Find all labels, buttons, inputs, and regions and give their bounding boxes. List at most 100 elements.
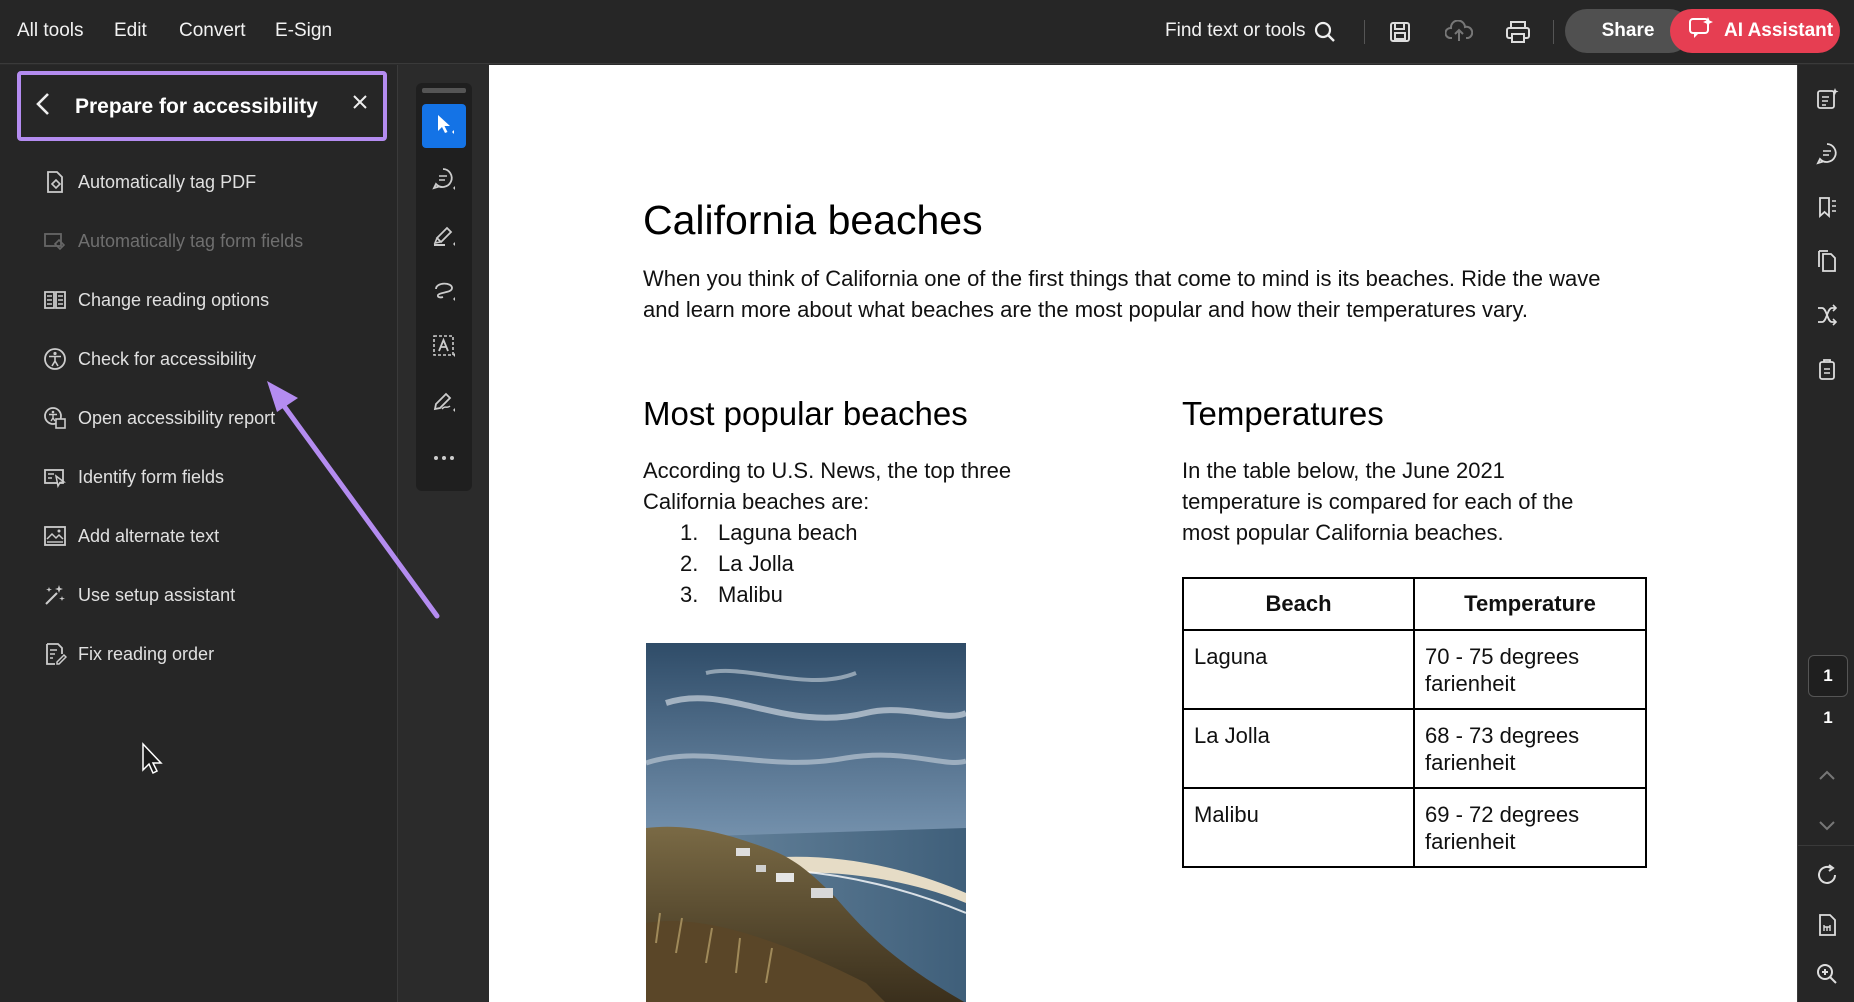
tag-pdf-icon — [42, 169, 68, 195]
total-pages: 1 — [1823, 708, 1833, 727]
sign-icon — [431, 388, 457, 419]
tool-label: Open accessibility report — [78, 407, 276, 428]
tool-check-for-accessibility[interactable]: Check for accessibility — [42, 344, 256, 374]
sign-tool-button[interactable] — [422, 381, 466, 425]
cloud-upload-icon[interactable] — [1443, 16, 1475, 48]
top-menu-bar: All tools Edit Convert E-Sign Find text … — [0, 0, 1854, 64]
highlight-icon — [431, 222, 457, 253]
tool-change-reading-options[interactable]: Change reading options — [42, 285, 269, 315]
ai-assistant-icon — [1688, 16, 1714, 46]
app-window: All tools Edit Convert E-Sign Find text … — [0, 0, 1854, 1002]
back-arrow-icon[interactable] — [33, 91, 55, 122]
highlight-tool-button[interactable] — [422, 215, 466, 259]
draw-icon — [431, 277, 457, 308]
current-page-number: 1 — [1823, 666, 1833, 685]
find-text-or-tools[interactable]: Find text or tools — [1165, 20, 1305, 42]
menu-convert[interactable]: Convert — [179, 20, 246, 42]
rotate-icon[interactable] — [1812, 860, 1842, 890]
print-icon[interactable] — [1502, 16, 1534, 48]
table-header-row: Beach Temperature — [1182, 577, 1647, 631]
table-row: Malibu 69 - 72 degrees farienheit — [1182, 787, 1647, 868]
tool-use-setup-assistant[interactable]: Use setup assistant — [42, 580, 235, 610]
zoom-in-icon[interactable] — [1812, 959, 1842, 989]
tool-label: Check for accessibility — [78, 348, 257, 369]
tool-label: Automatically tag form fields — [78, 230, 304, 251]
menu-all-tools[interactable]: All tools — [17, 20, 84, 42]
panel-header: Prepare for accessibility — [17, 71, 387, 141]
close-icon[interactable] — [351, 93, 369, 116]
beach-list: 1. Laguna beach 2. La Jolla 3. Malibu — [680, 517, 857, 610]
tool-identify-form-fields[interactable]: Identify form fields — [42, 462, 224, 492]
pdf-page[interactable]: California beaches When you think of Cal… — [489, 65, 1797, 1002]
table-cell: 69 - 72 degrees farienheit — [1413, 787, 1647, 868]
table-row: Laguna 70 - 75 degrees farienheit — [1182, 629, 1647, 710]
document-title: California beaches — [643, 197, 983, 243]
toolbar-divider — [1553, 20, 1554, 44]
current-page-indicator[interactable]: 1 — [1808, 655, 1848, 697]
menu-edit[interactable]: Edit — [114, 20, 147, 42]
bookmarks-icon[interactable] — [1812, 192, 1842, 222]
tool-label: Change reading options — [78, 289, 270, 310]
table-cell: 68 - 73 degrees farienheit — [1413, 708, 1647, 789]
tool-label: Automatically tag PDF — [78, 171, 257, 192]
tool-automatically-tag-form-fields: Automatically tag form fields — [42, 226, 303, 256]
attachments-icon[interactable] — [1812, 354, 1842, 384]
comment-tool-button[interactable] — [422, 159, 466, 203]
select-tool-button[interactable] — [422, 104, 466, 148]
tool-label: Use setup assistant — [78, 584, 236, 605]
list-item: 3. Malibu — [680, 582, 783, 607]
tool-add-alternate-text[interactable]: Add alternate text — [42, 521, 219, 551]
reading-options-icon — [42, 287, 68, 313]
comments-icon[interactable] — [1812, 138, 1842, 168]
form-fields-icon — [42, 464, 68, 490]
draw-tool-button[interactable] — [422, 270, 466, 314]
compare-icon[interactable] — [1812, 300, 1842, 330]
temperatures-heading: Temperatures — [1182, 395, 1384, 432]
rail-divider — [1798, 845, 1854, 846]
pages-icon[interactable] — [1812, 246, 1842, 276]
save-icon[interactable] — [1384, 16, 1416, 48]
table-row: La Jolla 68 - 73 degrees farienheit — [1182, 708, 1647, 789]
tool-automatically-tag-pdf[interactable]: Automatically tag PDF — [42, 167, 256, 197]
beach-photo — [646, 643, 966, 1002]
tool-label: Add alternate text — [78, 525, 220, 546]
share-label: Share — [1601, 20, 1655, 41]
quick-tools-toolbar — [416, 83, 472, 491]
accessibility-report-icon — [42, 405, 68, 431]
ai-assistant-button[interactable]: AI Assistant — [1670, 9, 1840, 53]
more-tools-button[interactable] — [422, 437, 466, 481]
page-fit-icon[interactable] — [1812, 910, 1842, 940]
text-recognition-icon — [431, 333, 457, 364]
table-cell: 70 - 75 degrees farienheit — [1413, 629, 1647, 710]
column-header-beach: Beach — [1182, 577, 1415, 631]
select-icon — [432, 112, 456, 141]
tool-label: Identify form fields — [78, 466, 225, 487]
toolbar-drag-handle[interactable] — [422, 88, 466, 93]
toolbar-divider — [1364, 20, 1365, 44]
chevron-up-icon[interactable] — [1812, 760, 1842, 790]
tool-open-accessibility-report[interactable]: Open accessibility report — [42, 403, 275, 433]
table-cell: Malibu — [1182, 787, 1415, 868]
alt-text-icon — [42, 523, 68, 549]
right-side-rail: 1 1 — [1797, 65, 1854, 1002]
temperatures-text: In the table below, the June 2021 temper… — [1182, 458, 1574, 545]
list-item: 1. Laguna beach — [680, 520, 858, 545]
accessibility-check-icon — [42, 346, 68, 372]
reading-order-icon — [42, 641, 68, 667]
menu-esign[interactable]: E-Sign — [275, 20, 332, 42]
list-item: 2. La Jolla — [680, 551, 794, 576]
more-icon — [431, 450, 457, 468]
table-cell: Laguna — [1182, 629, 1415, 710]
ai-summary-icon[interactable] — [1812, 84, 1842, 114]
panel-title: Prepare for accessibility — [75, 95, 318, 118]
temperature-table: Beach Temperature Laguna 70 - 75 degrees… — [1182, 577, 1647, 868]
text-recognition-tool-button[interactable] — [422, 326, 466, 370]
table-cell: La Jolla — [1182, 708, 1415, 789]
ai-assistant-label: AI Assistant — [1724, 20, 1834, 41]
search-icon[interactable] — [1309, 16, 1341, 48]
tool-fix-reading-order[interactable]: Fix reading order — [42, 639, 214, 669]
popular-beaches-heading: Most popular beaches — [643, 395, 968, 432]
tag-form-fields-icon — [42, 228, 68, 254]
tool-label: Fix reading order — [78, 643, 215, 664]
chevron-down-icon[interactable] — [1812, 811, 1842, 841]
